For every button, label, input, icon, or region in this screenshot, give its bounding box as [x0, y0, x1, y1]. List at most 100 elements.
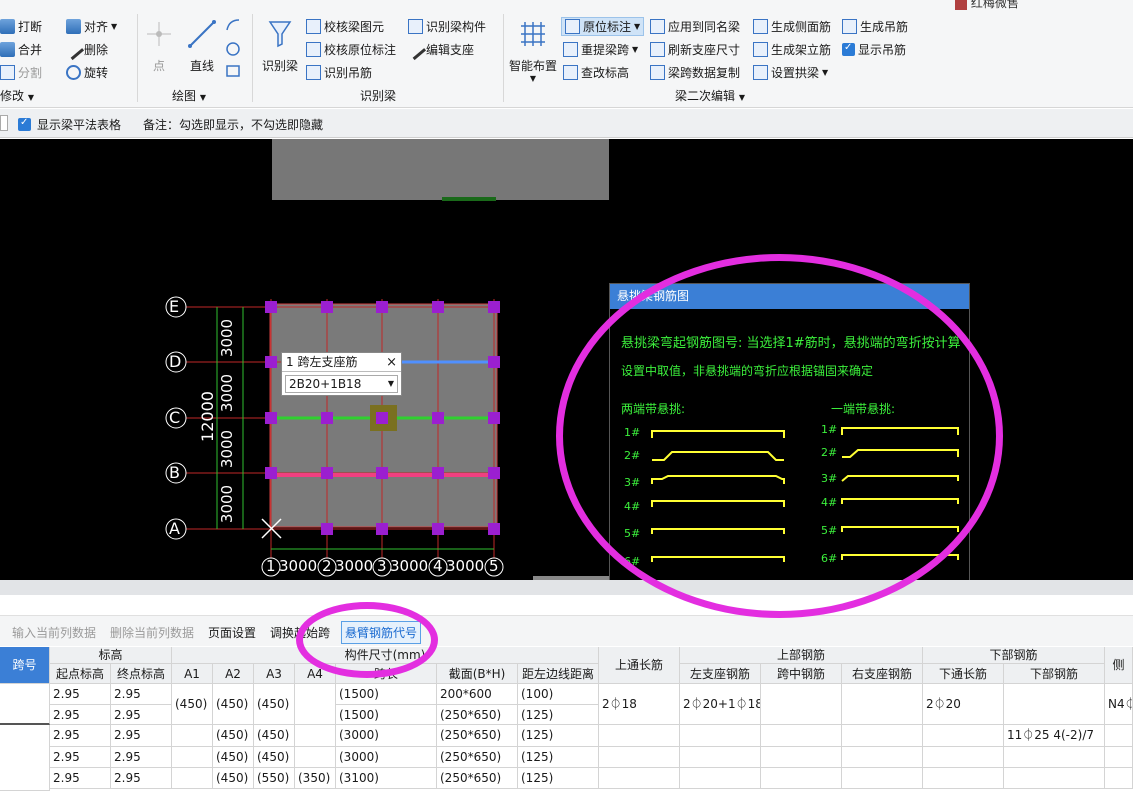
beam-table[interactable]: 跨号 标高 构件尺寸(mm) 上通长筋 上部钢筋 下部钢筋 侧 起点标高 终点标…: [0, 647, 1133, 791]
table-cell[interactable]: (1500): [336, 684, 437, 705]
group-modify[interactable]: 修改 ▼: [0, 87, 34, 104]
span-number-cell[interactable]: [0, 684, 50, 725]
column-header[interactable]: 上通长筋: [599, 647, 680, 684]
table-cell[interactable]: [599, 747, 680, 768]
table-cell[interactable]: [761, 747, 842, 768]
table-cell[interactable]: [172, 747, 213, 768]
table-cell[interactable]: (450): [213, 747, 254, 768]
column-header[interactable]: 下部钢筋: [923, 647, 1105, 664]
refresh-support-button[interactable]: 刷新支座尺寸: [650, 41, 740, 58]
table-cell[interactable]: 2.95: [111, 705, 172, 725]
column-header[interactable]: A2: [213, 664, 254, 684]
table-cell[interactable]: [599, 768, 680, 789]
table-cell[interactable]: [599, 725, 680, 747]
generate-hanger-button[interactable]: 生成吊筋: [842, 18, 908, 35]
table-cell[interactable]: (450): [213, 768, 254, 789]
identify-beam-button[interactable]: 识别梁: [259, 18, 301, 74]
table-cell[interactable]: (450): [213, 725, 254, 747]
table-cell[interactable]: [295, 747, 336, 768]
check-beam-figure-button[interactable]: 校核梁图元: [306, 18, 384, 35]
column-header[interactable]: 标高: [50, 647, 172, 664]
split-button[interactable]: 分割: [0, 64, 42, 81]
identify-hanger-button[interactable]: 识别吊筋: [306, 64, 372, 81]
edit-support-button[interactable]: 编辑支座: [404, 38, 474, 61]
align-button[interactable]: 对齐 ▼: [66, 18, 117, 35]
table-cell[interactable]: [172, 725, 213, 747]
chevron-down-icon[interactable]: ▼: [388, 376, 394, 392]
page-setup-button[interactable]: 页面设置: [208, 624, 256, 641]
table-cell[interactable]: (250*650): [437, 705, 518, 725]
table-cell[interactable]: (250*650): [437, 768, 518, 789]
table-cell[interactable]: [680, 768, 761, 789]
apply-same-name-button[interactable]: 应用到同名梁: [650, 18, 740, 35]
column-header[interactable]: 截面(B*H): [437, 664, 518, 684]
table-cell[interactable]: 2.95: [111, 684, 172, 705]
dropdown-stub[interactable]: [0, 115, 8, 131]
table-cell[interactable]: (450): [213, 684, 254, 725]
table-cell[interactable]: 2.95: [50, 768, 111, 789]
table-cell[interactable]: [1004, 747, 1105, 768]
table-cell[interactable]: [923, 747, 1004, 768]
column-header[interactable]: 上部钢筋: [680, 647, 923, 664]
table-cell[interactable]: [761, 684, 842, 725]
table-cell[interactable]: 2⏀20+1⏀18: [680, 684, 761, 725]
break-button[interactable]: 打断: [0, 18, 42, 35]
table-cell[interactable]: 2⏀20: [923, 684, 1004, 725]
splitter[interactable]: [0, 580, 1133, 595]
table-cell[interactable]: (3100): [336, 768, 437, 789]
delete-column-button[interactable]: 删除当前列数据: [110, 624, 194, 641]
table-cell[interactable]: (125): [518, 768, 599, 789]
table-cell[interactable]: [295, 725, 336, 747]
table-cell[interactable]: [923, 725, 1004, 747]
input-column-button[interactable]: 输入当前列数据: [12, 624, 96, 641]
table-cell[interactable]: [842, 747, 923, 768]
column-header[interactable]: 起点标高: [50, 664, 111, 684]
table-cell[interactable]: 2⏀18: [599, 684, 680, 725]
group-draw[interactable]: 绘图 ▼: [172, 87, 206, 104]
line-button[interactable]: 直线: [186, 18, 218, 74]
generate-erect-bars-button[interactable]: 生成架立筋: [753, 41, 831, 58]
table-cell[interactable]: 2.95: [50, 747, 111, 768]
group-secondary-edit[interactable]: 梁二次编辑 ▼: [675, 87, 745, 104]
table-cell[interactable]: [1105, 747, 1133, 768]
support-bar-popup[interactable]: 1 跨左支座筋 × 2B20+1B18 ▼: [281, 352, 402, 396]
show-hanger-checkbox[interactable]: 显示吊筋: [842, 41, 906, 58]
table-cell[interactable]: 2.95: [50, 705, 111, 725]
column-header[interactable]: 下通长筋: [923, 664, 1004, 684]
table-cell[interactable]: (125): [518, 705, 599, 725]
table-cell[interactable]: (125): [518, 747, 599, 768]
table-cell[interactable]: (3000): [336, 747, 437, 768]
span-data-copy-button[interactable]: 梁跨数据复制: [650, 64, 740, 81]
table-cell[interactable]: [761, 725, 842, 747]
table-cell[interactable]: [842, 684, 923, 725]
generate-side-bars-button[interactable]: 生成侧面筋: [753, 18, 831, 35]
table-cell[interactable]: [295, 684, 336, 725]
column-header[interactable]: 距左边线距离: [518, 664, 599, 684]
table-cell[interactable]: [923, 768, 1004, 789]
table-cell[interactable]: (250*650): [437, 747, 518, 768]
show-table-checkbox[interactable]: 显示梁平法表格: [18, 116, 121, 133]
table-cell[interactable]: 2.95: [111, 725, 172, 747]
support-bar-input[interactable]: 2B20+1B18 ▼: [285, 375, 398, 393]
table-cell[interactable]: [680, 747, 761, 768]
set-arch-beam-button[interactable]: 设置拱梁 ▼: [753, 64, 828, 81]
column-header[interactable]: 终点标高: [111, 664, 172, 684]
table-cell[interactable]: [172, 768, 213, 789]
check-elevation-button[interactable]: 查改标高: [563, 64, 629, 81]
span-number-cell[interactable]: [0, 725, 50, 791]
table-cell[interactable]: (550): [254, 768, 295, 789]
table-cell[interactable]: (450): [254, 725, 295, 747]
table-cell[interactable]: (1500): [336, 705, 437, 725]
table-cell[interactable]: 2.95: [50, 684, 111, 705]
merge-button[interactable]: 合并: [0, 41, 42, 58]
table-cell[interactable]: 2.95: [50, 725, 111, 747]
origin-annotation-button[interactable]: 原位标注 ▼: [561, 17, 645, 36]
table-cell[interactable]: [761, 768, 842, 789]
table-cell[interactable]: (250*650): [437, 725, 518, 747]
table-cell[interactable]: [1105, 768, 1133, 789]
check-origin-annotation-button[interactable]: 校核原位标注: [306, 41, 396, 58]
arc-tools-icon[interactable]: [225, 18, 241, 80]
column-header[interactable]: 右支座钢筋: [842, 664, 923, 684]
table-cell[interactable]: [842, 725, 923, 747]
column-header[interactable]: A1: [172, 664, 213, 684]
